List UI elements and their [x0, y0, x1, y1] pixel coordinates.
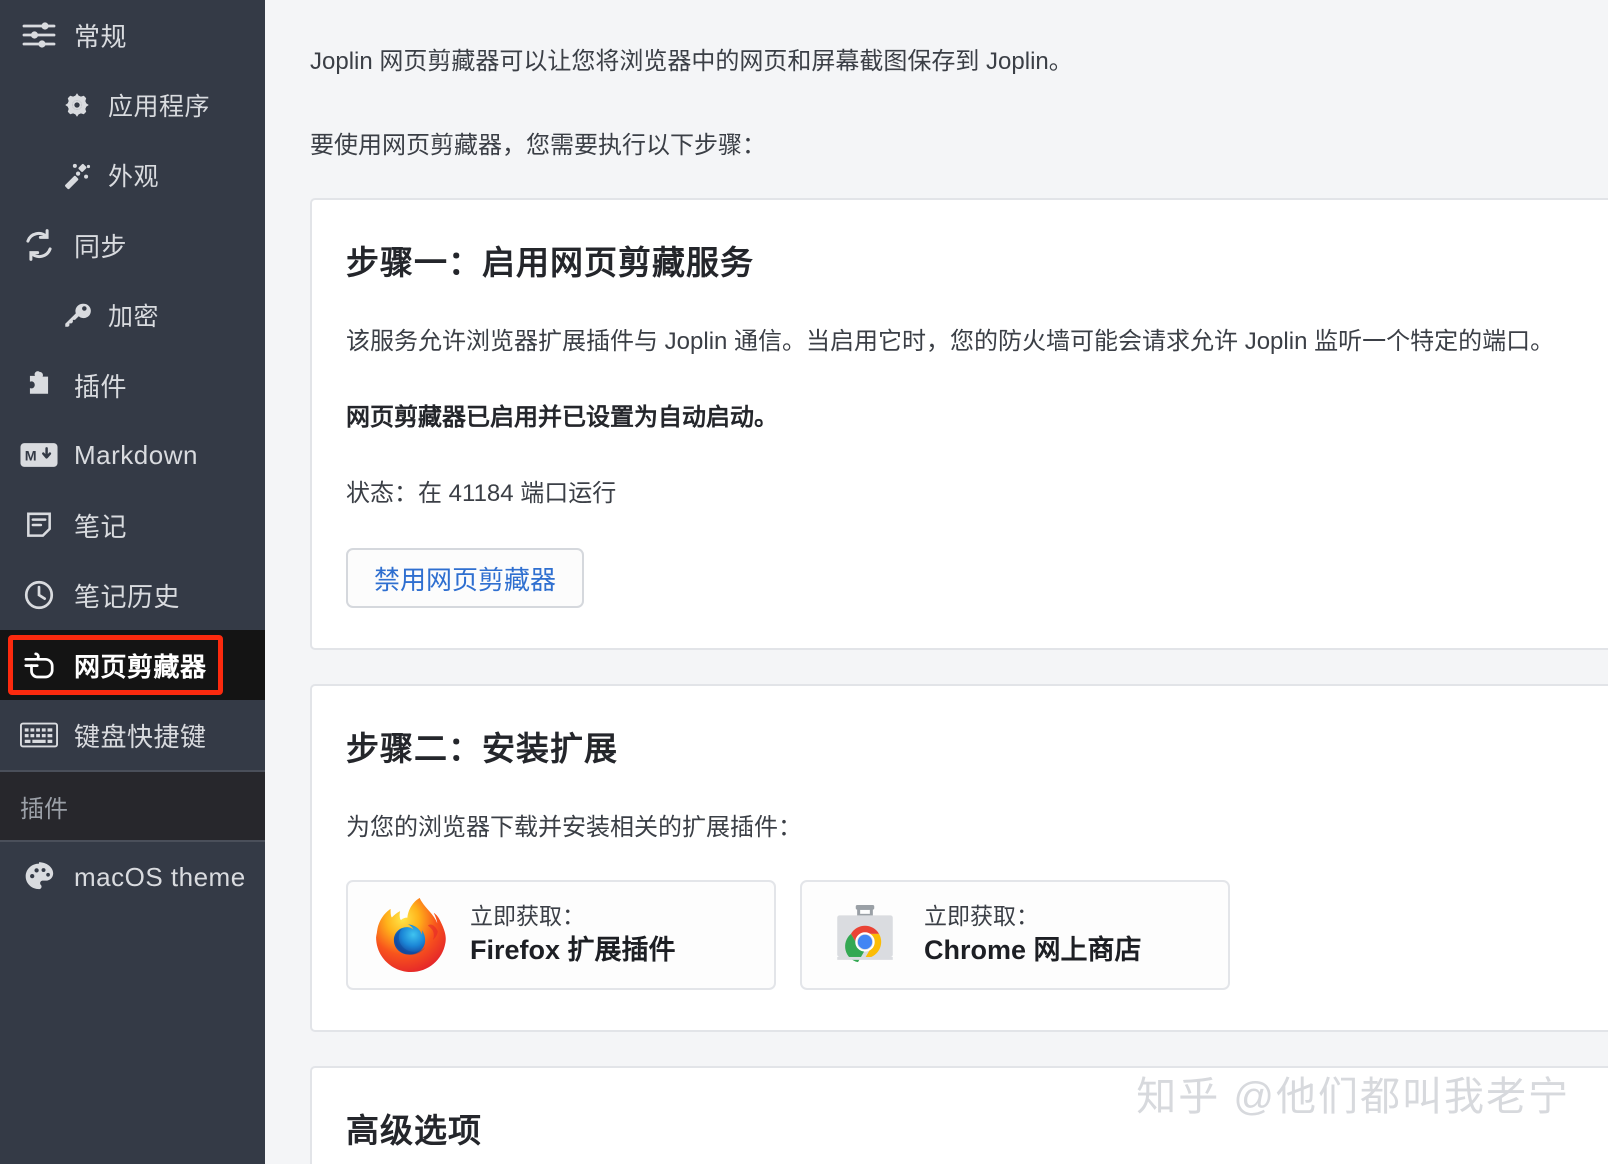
- step-two-panel: 步骤二：安装扩展 为您的浏览器下载并安装相关的扩展插件： 立即获取： Firef…: [310, 684, 1608, 1032]
- extension-card-row: 立即获取： Firefox 扩展插件 立即获取： Chrome 网上商店: [346, 880, 1594, 990]
- sidebar-item-keymap[interactable]: 键盘快捷键: [0, 700, 265, 770]
- intro-paragraph-1: Joplin 网页剪藏器可以让您将浏览器中的网页和屏幕截图保存到 Joplin。: [310, 48, 1073, 75]
- sidebar-item-note[interactable]: 笔记: [0, 490, 265, 560]
- chrome-card-line1: 立即获取：: [924, 903, 1039, 930]
- chrome-card-text: 立即获取： Chrome 网上商店: [924, 901, 1142, 968]
- sidebar-item-label: macOS theme: [74, 861, 246, 892]
- sliders-icon: [20, 16, 58, 54]
- sidebar-item-label: 常规: [74, 21, 128, 52]
- sidebar-item-plugins[interactable]: 插件: [0, 350, 265, 420]
- chrome-webstore-logo-icon: [828, 898, 902, 972]
- gear-icon: [60, 88, 94, 122]
- sidebar-item-sync[interactable]: 同步: [0, 210, 265, 280]
- sidebar-item-revisions[interactable]: 笔记历史: [0, 560, 265, 630]
- step-two-description: 为您的浏览器下载并安装相关的扩展插件：: [346, 814, 802, 841]
- wand-icon: [60, 158, 94, 192]
- sync-icon: [20, 226, 58, 264]
- firefox-card-text: 立即获取： Firefox 扩展插件: [470, 901, 676, 968]
- sidebar-item-label: 同步: [74, 231, 128, 262]
- webclipper-settings-content: Joplin 网页剪藏器可以让您将浏览器中的网页和屏幕截图保存到 Joplin。…: [265, 0, 1608, 1164]
- firefox-card-line2: Firefox 扩展插件: [470, 935, 676, 966]
- sidebar-item-label: 加密: [108, 303, 160, 331]
- sidebar-item-macos-theme[interactable]: macOS theme: [0, 842, 265, 912]
- svg-text:M: M: [25, 449, 37, 465]
- sidebar-item-appearance[interactable]: 外观: [0, 140, 265, 210]
- step-one-panel: 步骤一：启用网页剪藏服务 该服务允许浏览器扩展插件与 Joplin 通信。当启用…: [310, 198, 1608, 650]
- sidebar-item-label: 插件: [74, 371, 128, 402]
- watermark: 知乎 @他们都叫我老宁: [1136, 1075, 1570, 1119]
- keyboard-icon: [20, 716, 58, 754]
- chrome-webstore-card[interactable]: 立即获取： Chrome 网上商店: [800, 880, 1230, 990]
- step-one-heading: 步骤一：启用网页剪藏服务: [346, 244, 754, 281]
- sidebar-item-markdown[interactable]: M Markdown: [0, 420, 265, 490]
- sidebar-item-label: 应用程序: [108, 93, 211, 121]
- sidebar-item-label: 键盘快捷键: [74, 721, 207, 752]
- disable-webclipper-button[interactable]: 禁用网页剪藏器: [346, 548, 585, 608]
- sidebar-item-webclipper[interactable]: 网页剪藏器: [0, 630, 265, 700]
- step-one-status-bold: 网页剪藏器已启用并已设置为自动启动。: [346, 404, 778, 431]
- sidebar-item-general[interactable]: 常规: [0, 0, 265, 70]
- clock-icon: [20, 576, 58, 614]
- firefox-card-line1: 立即获取：: [470, 903, 585, 930]
- sidebar-section-header-plugins: 插件: [0, 770, 265, 842]
- chrome-card-line2: Chrome 网上商店: [924, 935, 1142, 966]
- step-one-status-line: 状态：在 41184 端口运行: [346, 480, 617, 507]
- firefox-logo-icon: [374, 897, 448, 972]
- step-one-description: 该服务允许浏览器扩展插件与 Joplin 通信。当启用它时，您的防火墙可能会请求…: [346, 328, 1555, 355]
- intro-paragraph-2: 要使用网页剪藏器，您需要执行以下步骤：: [310, 132, 766, 159]
- key-icon: [60, 298, 94, 332]
- clipper-hand-icon: [20, 646, 58, 684]
- sidebar-item-label: 网页剪藏器: [74, 651, 207, 682]
- settings-window: 常规 应用程序 外观 同步 加密 插件 M Markdown 笔记 笔记历史 网…: [0, 0, 1608, 1164]
- markdown-icon: M: [20, 436, 58, 474]
- step-two-heading: 步骤二：安装扩展: [346, 730, 618, 767]
- sidebar-item-application[interactable]: 应用程序: [0, 70, 265, 140]
- sidebar-item-label: Markdown: [74, 439, 198, 470]
- sidebar-section-label: 插件: [20, 795, 68, 823]
- sidebar-item-label: 笔记历史: [74, 581, 181, 612]
- palette-icon: [20, 858, 58, 896]
- note-icon: [20, 506, 58, 544]
- puzzle-icon: [20, 366, 58, 404]
- sidebar-item-label: 笔记: [74, 511, 128, 542]
- firefox-extension-card[interactable]: 立即获取： Firefox 扩展插件: [346, 880, 776, 990]
- sidebar-item-label: 外观: [108, 163, 160, 191]
- settings-sidebar: 常规 应用程序 外观 同步 加密 插件 M Markdown 笔记 笔记历史 网…: [0, 0, 265, 1164]
- sidebar-item-encryption[interactable]: 加密: [0, 280, 265, 350]
